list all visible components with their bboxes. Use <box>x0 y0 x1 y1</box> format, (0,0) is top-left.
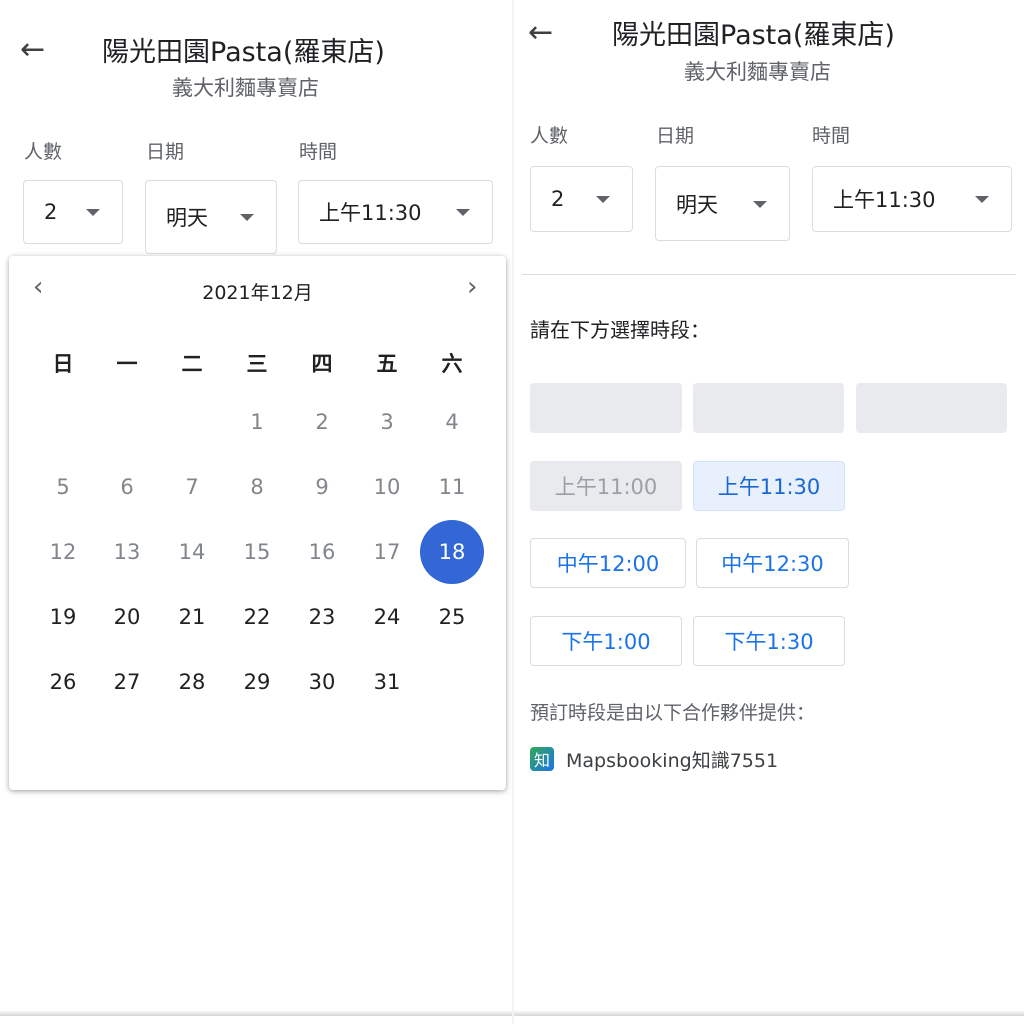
weekday-header: 日 <box>52 352 74 376</box>
calendar-day: 13 <box>113 540 141 564</box>
provider-logo-icon: 知 <box>530 747 554 771</box>
calendar-day[interactable]: 22 <box>225 585 289 649</box>
calendar-day[interactable]: 26 <box>31 650 95 714</box>
time-slot-1130[interactable]: 上午11:30 <box>693 461 845 511</box>
time-dropdown[interactable]: 上午11:30 <box>812 166 1012 232</box>
loading-slot-placeholder <box>856 383 1007 433</box>
back-arrow-icon[interactable]: ← <box>528 18 553 48</box>
time-slot-1300[interactable]: 下午1:00 <box>530 616 682 666</box>
date-label: 日期 <box>146 141 185 163</box>
provider-name[interactable]: Mapsbooking知識7551 <box>566 746 778 773</box>
date-dropdown[interactable]: 明天 <box>655 166 790 241</box>
party-size-dropdown[interactable]: 2 <box>530 166 633 232</box>
dropdown-caret-icon <box>86 209 100 216</box>
calendar-day: 17 <box>373 540 401 564</box>
calendar-day: 14 <box>178 540 206 564</box>
time-value: 上午11:30 <box>319 201 422 225</box>
calendar-day: 12 <box>49 540 77 564</box>
next-month-icon[interactable]: › <box>467 274 477 300</box>
restaurant-title: 陽光田園Pasta(羅東店) <box>612 20 895 51</box>
time-slot-1200[interactable]: 中午12:00 <box>530 538 686 588</box>
time-slot-1100: 上午11:00 <box>530 461 682 511</box>
restaurant-category: 義大利麵專賣店 <box>684 60 831 84</box>
back-arrow-icon[interactable]: ← <box>20 35 45 65</box>
date-value: 明天 <box>676 192 718 217</box>
calendar-day: 7 <box>185 475 199 499</box>
weekday-header: 四 <box>311 352 333 376</box>
party-size-label: 人數 <box>24 141 63 163</box>
provider-note: 預訂時段是由以下合作夥伴提供： <box>530 702 816 724</box>
party-size-value: 2 <box>551 187 565 211</box>
party-size-dropdown[interactable]: 2 <box>23 180 123 244</box>
calendar-month-label: 2021年12月 <box>202 282 313 304</box>
calendar-day: 5 <box>56 475 70 499</box>
calendar-day[interactable]: 19 <box>31 585 95 649</box>
calendar-day[interactable]: 20 <box>95 585 159 649</box>
calendar-day: 6 <box>120 475 134 499</box>
time-dropdown[interactable]: 上午11:30 <box>298 180 493 244</box>
restaurant-category: 義大利麵專賣店 <box>172 76 319 100</box>
calendar-day: 2 <box>315 410 329 434</box>
time-slot-1230[interactable]: 中午12:30 <box>696 538 849 588</box>
calendar-day[interactable]: 31 <box>355 650 419 714</box>
calendar-day[interactable]: 27 <box>95 650 159 714</box>
bottom-edge <box>0 1010 512 1016</box>
time-label: 時間 <box>812 125 851 147</box>
calendar-day: 11 <box>438 475 466 499</box>
dropdown-caret-icon <box>596 196 610 203</box>
date-picker-calendar: ‹ 2021年12月 › 日一二三四五六 1 2 3 4 5 6 7 8 9 10 11 12 13 14 1… <box>9 256 506 790</box>
time-slot-1330[interactable]: 下午1:30 <box>693 616 845 666</box>
dropdown-caret-icon <box>456 209 470 216</box>
calendar-day: 8 <box>250 475 264 499</box>
left-screen: ← 陽光田園Pasta(羅東店) 義大利麵專賣店 人數 日期 時間 2 明天 上… <box>0 0 512 1024</box>
weekday-header: 二 <box>181 352 203 376</box>
select-slot-prompt: 請在下方選擇時段： <box>530 318 710 342</box>
dropdown-caret-icon <box>240 214 254 221</box>
date-label: 日期 <box>656 125 695 147</box>
calendar-day: 1 <box>250 410 264 434</box>
time-value: 上午11:30 <box>833 188 936 212</box>
weekday-header: 一 <box>116 352 138 376</box>
calendar-day[interactable]: 28 <box>160 650 224 714</box>
loading-slot-placeholder <box>530 383 682 433</box>
calendar-day: 4 <box>445 410 459 434</box>
date-value: 明天 <box>166 206 208 230</box>
calendar-day[interactable]: 29 <box>225 650 289 714</box>
calendar-day[interactable]: 25 <box>420 585 484 649</box>
loading-slot-placeholder <box>693 383 844 433</box>
dropdown-caret-icon <box>753 200 767 208</box>
bottom-edge <box>514 1010 1024 1016</box>
calendar-day: 3 <box>380 410 394 434</box>
calendar-day: 16 <box>308 540 336 564</box>
calendar-day: 10 <box>373 475 401 499</box>
restaurant-title: 陽光田園Pasta(羅東店) <box>102 37 385 68</box>
calendar-day-selected[interactable]: 18 <box>420 520 484 584</box>
calendar-day[interactable]: 24 <box>355 585 419 649</box>
time-label: 時間 <box>299 141 338 163</box>
party-size-label: 人數 <box>530 125 569 147</box>
weekday-header: 六 <box>441 352 463 376</box>
calendar-day: 15 <box>243 540 271 564</box>
section-divider <box>522 274 1016 275</box>
party-size-value: 2 <box>44 200 58 224</box>
dropdown-caret-icon <box>975 196 989 203</box>
calendar-day[interactable]: 23 <box>290 585 354 649</box>
calendar-day: 9 <box>315 475 329 499</box>
right-screen: ← 陽光田園Pasta(羅東店) 義大利麵專賣店 人數 日期 時間 2 明天 上… <box>514 0 1024 1024</box>
weekday-header: 三 <box>246 352 268 376</box>
date-dropdown[interactable]: 明天 <box>145 180 277 254</box>
calendar-day[interactable]: 30 <box>290 650 354 714</box>
weekday-header: 五 <box>376 352 398 376</box>
calendar-day[interactable]: 21 <box>160 585 224 649</box>
